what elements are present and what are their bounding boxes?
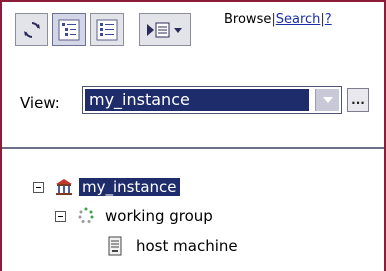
tree-node-label[interactable]: working group — [105, 207, 213, 225]
browse-links: Browse|Search|? — [224, 12, 332, 28]
divider — [2, 147, 384, 149]
tree-view-icon — [58, 19, 80, 40]
browse-link[interactable]: Browse — [224, 12, 271, 27]
view-select[interactable]: my_instance — [82, 86, 342, 114]
view-selected-value: my_instance — [85, 89, 309, 111]
collapse-icon[interactable] — [33, 181, 44, 193]
frame-left-border — [0, 0, 2, 271]
instance-icon — [56, 179, 72, 195]
frame-top-border — [0, 0, 386, 2]
help-link[interactable]: ? — [325, 12, 332, 27]
list-view-button[interactable] — [90, 13, 124, 46]
view-more-button[interactable]: ... — [347, 88, 369, 112]
host-icon — [108, 236, 122, 256]
refresh-button[interactable] — [15, 13, 48, 46]
tree-node-host-machine[interactable]: host machine — [108, 235, 238, 257]
tree-node-label[interactable]: host machine — [136, 237, 238, 255]
group-icon — [78, 207, 94, 223]
search-link[interactable]: Search — [276, 12, 321, 27]
view-menu-icon — [147, 22, 182, 37]
tree-node-working-group[interactable]: working group — [55, 205, 213, 227]
list-view-icon — [96, 19, 118, 40]
view-label: View: — [20, 94, 60, 112]
tree-node-instance[interactable]: my_instance — [33, 176, 180, 198]
view-menu-button[interactable] — [139, 13, 191, 46]
collapse-icon[interactable] — [55, 210, 66, 222]
tree-view-button[interactable] — [52, 13, 86, 46]
tree-node-label[interactable]: my_instance — [79, 178, 180, 196]
refresh-icon — [23, 21, 40, 38]
dropdown-arrow-icon[interactable] — [315, 89, 339, 111]
